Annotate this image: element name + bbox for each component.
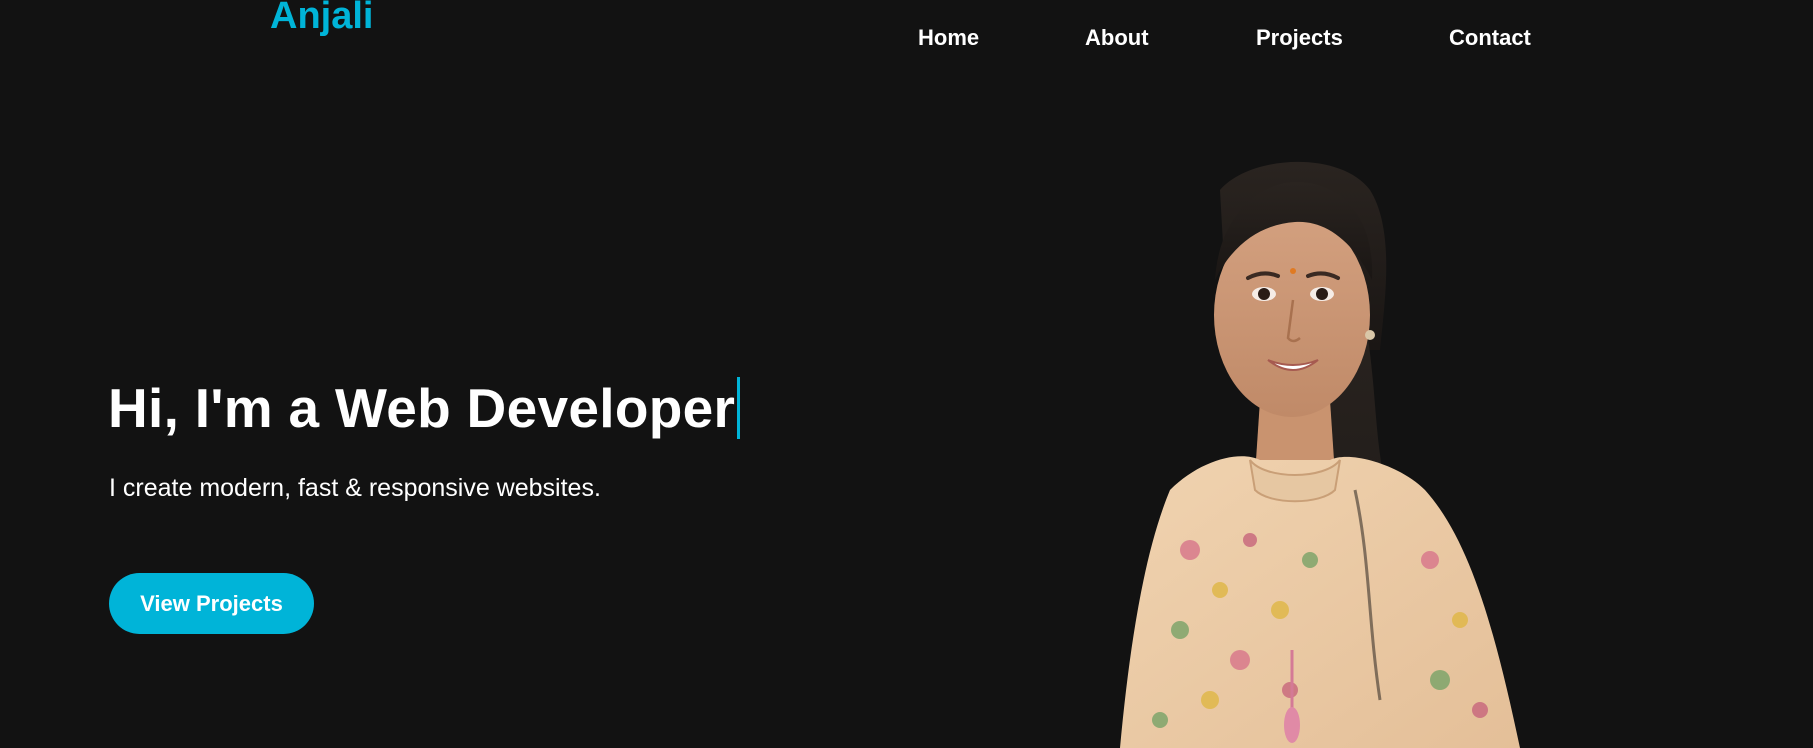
view-projects-button[interactable]: View Projects (109, 573, 314, 634)
profile-photo (1120, 161, 1520, 748)
typing-caret (737, 377, 741, 439)
hero-heading: Hi, I'm a Web Developer (108, 376, 741, 440)
main-nav: Home About Projects Contact (0, 25, 1813, 55)
nav-contact-link[interactable]: Contact (1449, 25, 1531, 51)
hero-subtitle: I create modern, fast & responsive websi… (109, 474, 601, 502)
nav-about-link[interactable]: About (1085, 25, 1149, 51)
nav-projects-link[interactable]: Projects (1256, 25, 1343, 51)
nav-home-link[interactable]: Home (918, 25, 979, 51)
hero-title: Hi, I'm a Web Developer (108, 377, 736, 439)
